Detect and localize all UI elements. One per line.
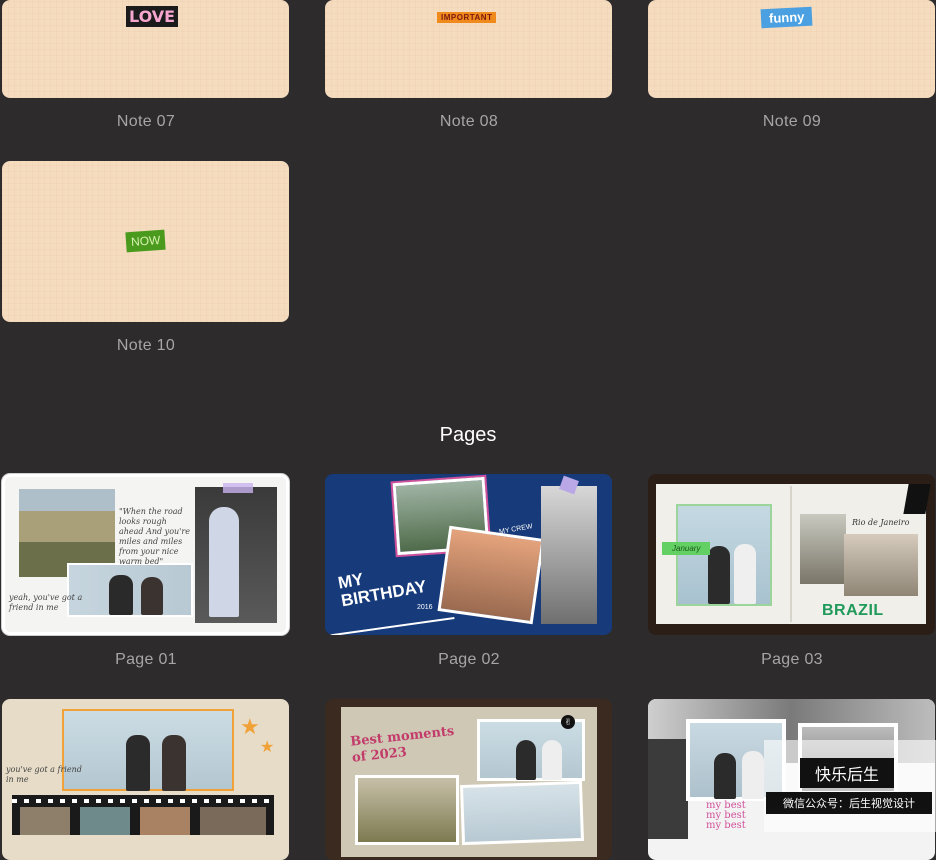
page02-subtitle: MY CREW <box>498 523 534 536</box>
section-title-pages: Pages <box>439 424 497 446</box>
page-caption-03: Page 03 <box>761 651 823 668</box>
love-sticker: LOVE <box>126 6 179 27</box>
page-card-04[interactable]: ★ ★ you've got a friend in me <box>2 699 289 860</box>
page-card-03[interactable]: January Rio de Janeiro BRAZIL <box>648 474 935 635</box>
note-caption-07: Note 07 <box>116 113 176 130</box>
photo-bw-group <box>541 486 597 624</box>
note-caption-10: Note 10 <box>116 337 176 354</box>
note-card-09[interactable]: funny <box>648 0 935 98</box>
photo-group-left <box>800 514 846 584</box>
photo-field-bottom <box>355 775 459 845</box>
page-caption-02: Page 02 <box>438 651 500 668</box>
note-card-08[interactable]: IMPORTANT <box>325 0 612 98</box>
page06-script: my best my best my best <box>706 800 746 831</box>
photo-group-sunset <box>437 525 545 625</box>
page02-year: 2016 <box>417 604 433 611</box>
note-card-10[interactable]: NOW <box>2 161 289 322</box>
watermark-title: 快乐后生 <box>800 758 894 788</box>
note-caption-09: Note 09 <box>762 113 822 130</box>
photo-bw-left <box>648 739 688 839</box>
star-icon-small: ★ <box>260 737 275 756</box>
page03-label-january: January <box>662 542 711 555</box>
page03-label-rio: Rio de Janeiro <box>852 518 910 527</box>
photo-friends-sitting <box>62 709 234 791</box>
page03-title-brazil: BRAZIL <box>822 602 884 619</box>
photo-group-right <box>844 534 918 596</box>
page-card-05[interactable]: Best moments of 2023 ✌ <box>325 699 612 860</box>
funny-sticker: funny <box>760 6 813 29</box>
note-card-07[interactable]: LOVE <box>2 0 289 98</box>
photo-couple <box>676 504 772 606</box>
page01-quote: "When the road looks rough ahead And you… <box>119 507 190 566</box>
watermark-subtitle: 微信公众号：后生视觉设计 <box>766 792 932 814</box>
page-card-01[interactable]: "When the road looks rough ahead And you… <box>2 474 289 635</box>
photo-woman <box>195 487 277 623</box>
page02-title: MY BIRTHDAY <box>336 569 428 611</box>
note-caption-08: Note 08 <box>439 113 499 130</box>
page04-script: you've got a friend in me <box>6 765 82 784</box>
page-card-02[interactable]: MY BIRTHDAY MY CREW 2016 <box>325 474 612 635</box>
star-icon: ★ <box>240 715 260 740</box>
important-sticker: IMPORTANT <box>437 12 497 23</box>
now-sticker: NOW <box>125 229 166 253</box>
peace-sticker-icon: ✌ <box>561 715 575 729</box>
page-caption-01: Page 01 <box>115 651 177 668</box>
photo-duo-bottom <box>459 780 585 846</box>
page01-caption-script: yeah, you've got a friend in me <box>9 593 83 612</box>
